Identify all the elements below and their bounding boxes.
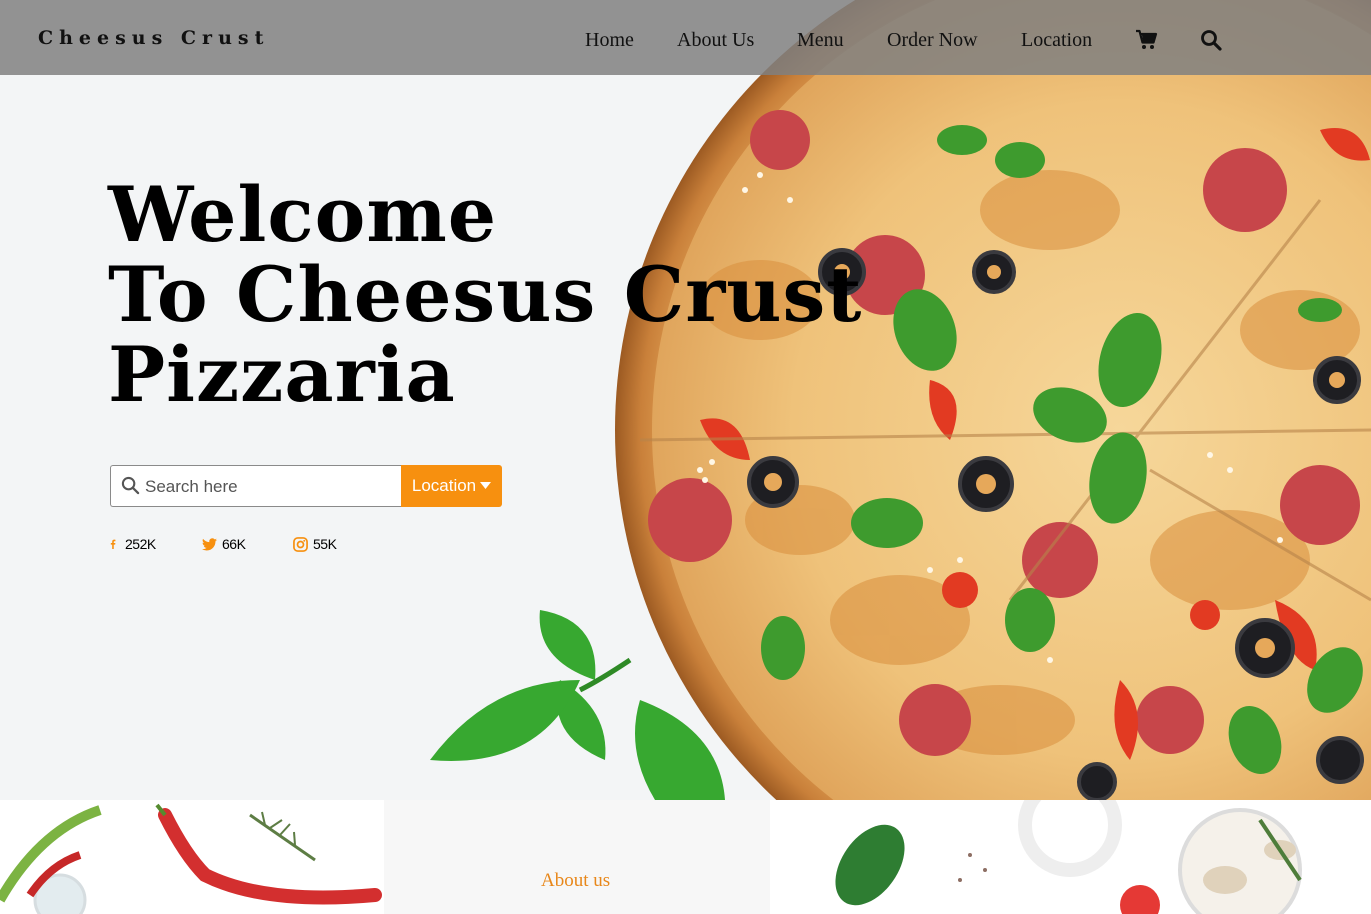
location-button-label: Location (411, 476, 477, 495)
twitter-count: 66K (222, 536, 246, 552)
nav-home[interactable]: Home (585, 29, 634, 52)
twitter-icon (202, 537, 217, 550)
title-line-1: Welcome (108, 170, 498, 259)
caret-down-icon (480, 482, 492, 489)
top-navigation-bar: Cheesus Crust Home About Us Menu Order N… (0, 0, 1371, 75)
facebook-count: 252K (125, 536, 156, 552)
about-panel (384, 800, 770, 914)
title-line-2: To Cheesus Crust (108, 250, 863, 339)
ingredients-image (770, 800, 1371, 914)
brand-logo-text[interactable]: Cheesus Crust (38, 27, 269, 49)
instagram-count: 55K (313, 536, 337, 552)
search-field-wrap (110, 465, 401, 508)
nav-order-now[interactable]: Order Now (887, 29, 978, 52)
nav-location[interactable]: Location (1021, 29, 1092, 52)
search-input[interactable] (143, 466, 397, 508)
about-us-link[interactable]: About us (541, 870, 610, 892)
cart-icon[interactable] (1135, 28, 1159, 52)
instagram-icon (293, 536, 308, 552)
title-line-3: Pizzaria (108, 330, 456, 419)
page-title: Welcome To Cheesus Crust Pizzaria (108, 175, 862, 415)
twitter-link[interactable]: 66K (202, 536, 246, 552)
vegetables-image (0, 800, 384, 914)
location-dropdown-button[interactable]: Location (401, 465, 502, 507)
facebook-icon (110, 539, 116, 549)
instagram-link[interactable]: 55K (293, 536, 337, 552)
feature-strip (0, 800, 1371, 914)
nav-menu[interactable]: Menu (797, 29, 844, 52)
search-icon[interactable] (1199, 28, 1223, 52)
facebook-link[interactable]: 252K (110, 536, 156, 552)
nav-about-us[interactable]: About Us (677, 29, 754, 52)
search-bar: Location (110, 465, 502, 508)
hero-section: Welcome To Cheesus Crust Pizzaria Locati… (0, 0, 1371, 800)
search-icon (121, 476, 140, 495)
